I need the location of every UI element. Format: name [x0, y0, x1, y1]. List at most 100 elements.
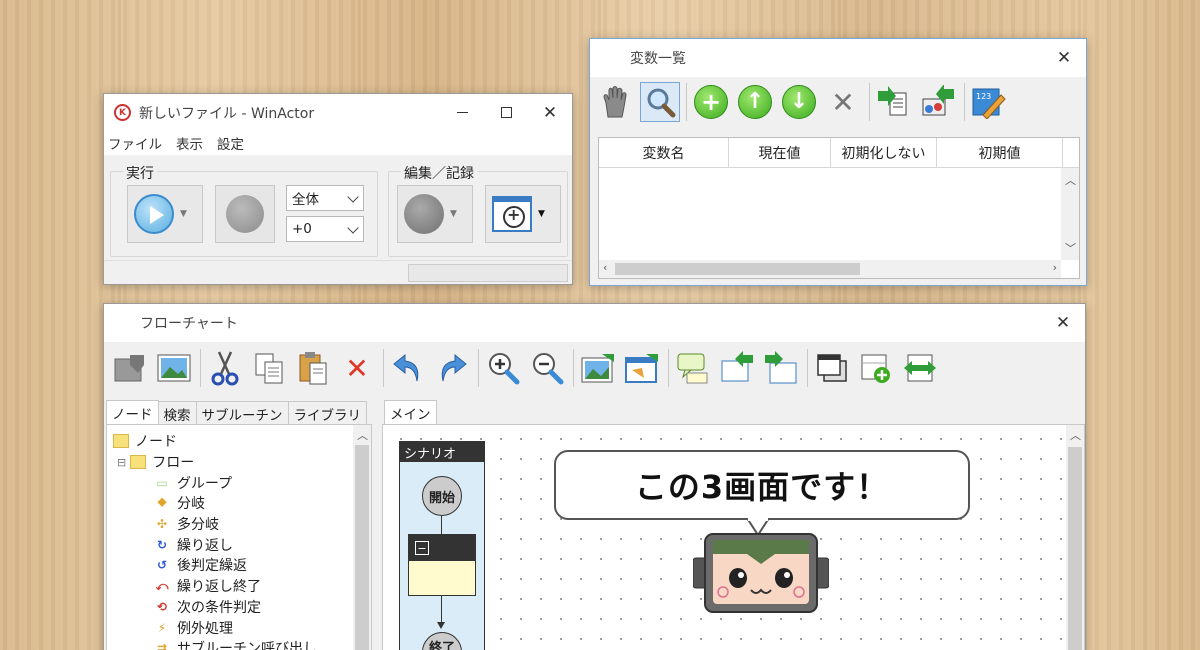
- node-tree: ノード ⊟ フロー ▭ グループ ⯁ 分岐 ✣ 多分岐 ↻ 繰り返し ↺ 後判定繰返 ⤺ 繰り返し終了 ⟲ 次の…: [106, 424, 372, 650]
- tree-item-label: 繰り返し終了: [177, 579, 261, 596]
- chevron-down-icon: [347, 191, 359, 203]
- tree-item[interactable]: ↺ 後判定繰返: [113, 555, 317, 576]
- record-dropdown-icon[interactable]: ▼: [450, 209, 457, 219]
- scroll-down-icon[interactable]: ﹀: [1065, 240, 1076, 256]
- tree-item[interactable]: ノード: [113, 431, 317, 452]
- tree-item-label: 分岐: [177, 496, 205, 513]
- import-icon[interactable]: [874, 82, 914, 122]
- tree-item[interactable]: ⯁ 分岐: [113, 493, 317, 514]
- close-button[interactable]: ✕: [1042, 39, 1086, 77]
- column-header-no-init[interactable]: 初期化しない: [831, 138, 937, 167]
- scroll-up-icon[interactable]: ︿: [1070, 427, 1081, 443]
- scroll-up-icon[interactable]: ︿: [357, 427, 368, 443]
- value-edit-icon[interactable]: 123: [969, 82, 1009, 122]
- scroll-right-icon[interactable]: ›: [1053, 261, 1057, 274]
- window-capture-icon[interactable]: [622, 348, 662, 388]
- delete-icon[interactable]: ✕: [337, 348, 377, 388]
- tree-item[interactable]: ▭ グループ: [113, 472, 317, 493]
- end-node[interactable]: 終了: [422, 632, 462, 650]
- close-button[interactable]: ✕: [1041, 304, 1085, 342]
- cut-icon[interactable]: [205, 348, 245, 388]
- start-node[interactable]: 開始: [422, 476, 462, 516]
- redo-icon[interactable]: [432, 348, 472, 388]
- edit-record-label: 編集／記録: [401, 163, 477, 183]
- flow-connector: [441, 516, 442, 534]
- speed-select[interactable]: +0: [286, 216, 364, 242]
- tree-item[interactable]: ✣ 多分岐: [113, 514, 317, 535]
- chevron-down-icon: [347, 222, 359, 234]
- delete-icon[interactable]: ✕: [823, 82, 863, 122]
- tree-item[interactable]: ↻ 繰り返し: [113, 534, 317, 555]
- import-flow-icon[interactable]: [717, 348, 757, 388]
- tab-search[interactable]: 検索: [157, 401, 197, 424]
- group-node[interactable]: −: [408, 534, 476, 596]
- tree-item[interactable]: ⚡ 例外処理: [113, 617, 317, 638]
- column-header-name[interactable]: 変数名: [599, 138, 729, 167]
- close-icon: ✕: [1056, 48, 1072, 68]
- zoom-out-icon[interactable]: [527, 348, 567, 388]
- title-bar: フローチャート ✕: [104, 304, 1085, 342]
- tree-item[interactable]: ⊟ フロー: [113, 452, 317, 473]
- tree-item[interactable]: ⟲ 次の条件判定: [113, 597, 317, 618]
- vertical-scrollbar[interactable]: ︿ ﹀: [1061, 168, 1079, 260]
- scenario-lane[interactable]: シナリオ 開始 − 終了: [399, 441, 485, 650]
- folder-icon: [113, 434, 129, 449]
- tab-library[interactable]: ライブラリ: [287, 401, 367, 424]
- export-flow-icon[interactable]: [761, 348, 801, 388]
- minimize-button[interactable]: [440, 94, 484, 131]
- record-button[interactable]: ▼: [397, 185, 473, 243]
- expand-width-icon[interactable]: [900, 348, 940, 388]
- target-dropdown-icon[interactable]: ▼: [538, 209, 545, 219]
- undo-icon[interactable]: [388, 348, 428, 388]
- scroll-up-icon[interactable]: ︿: [1065, 172, 1076, 188]
- vertical-scrollbar[interactable]: ︿: [1066, 425, 1084, 650]
- menu-view[interactable]: 表示: [176, 133, 203, 153]
- variables-table[interactable]: 変数名 現在値 初期化しない 初期値 ︿ ﹀ ‹ ›: [598, 137, 1080, 279]
- group-header: −: [409, 535, 475, 561]
- zoom-in-icon[interactable]: [483, 348, 523, 388]
- menu-file[interactable]: ファイル: [108, 133, 162, 153]
- horizontal-scroll-thumb[interactable]: [615, 263, 860, 275]
- stop-icon: [226, 195, 264, 233]
- move-up-icon[interactable]: ↑: [735, 82, 775, 122]
- search-icon[interactable]: [640, 82, 680, 122]
- speech-text: この3画面です！: [634, 468, 890, 506]
- tree-item[interactable]: ⤺ 繰り返し終了: [113, 576, 317, 597]
- run-button[interactable]: ▼: [127, 185, 203, 243]
- node-image-icon[interactable]: [110, 348, 150, 388]
- collapse-icon[interactable]: −: [415, 541, 429, 555]
- scroll-left-icon[interactable]: ‹: [603, 261, 607, 274]
- vertical-scroll-thumb[interactable]: [1068, 447, 1082, 650]
- scope-select[interactable]: 全体: [286, 185, 364, 211]
- status-field: [408, 264, 568, 282]
- tree-item[interactable]: ⇉ サブルーチン呼び出し: [113, 638, 317, 650]
- tab-subroutine[interactable]: サブルーチン: [195, 401, 289, 424]
- target-select-button[interactable]: ▼: [485, 185, 561, 243]
- comment-icon[interactable]: [673, 348, 713, 388]
- vertical-scrollbar[interactable]: ︿: [353, 425, 371, 650]
- node-palette-panel: ノード 検索 サブルーチン ライブラリ ノード ⊟ フロー ▭ グループ ⯁ 分岐 ✣ 多分岐 ↻…: [106, 400, 376, 650]
- column-header-current[interactable]: 現在値: [729, 138, 831, 167]
- vertical-scroll-thumb[interactable]: [355, 445, 369, 650]
- copy-icon[interactable]: [249, 348, 289, 388]
- move-down-icon[interactable]: ↓: [779, 82, 819, 122]
- tree-item-label: 例外処理: [177, 620, 233, 637]
- tree-expander-icon[interactable]: ⊟: [117, 456, 126, 469]
- paste-icon[interactable]: [293, 348, 333, 388]
- horizontal-scrollbar[interactable]: ‹ ›: [599, 260, 1061, 278]
- image-icon[interactable]: [154, 348, 194, 388]
- menu-settings[interactable]: 設定: [217, 133, 244, 153]
- hand-icon[interactable]: [596, 82, 636, 122]
- maximize-button[interactable]: [484, 94, 528, 131]
- image-capture-icon[interactable]: [578, 348, 618, 388]
- stop-button[interactable]: [215, 185, 275, 243]
- add-icon[interactable]: +: [691, 82, 731, 122]
- export-icon[interactable]: [918, 82, 958, 122]
- tab-main[interactable]: メイン: [384, 400, 437, 424]
- tab-node[interactable]: ノード: [106, 400, 159, 424]
- close-button[interactable]: ✕: [528, 94, 572, 131]
- add-subroutine-icon[interactable]: [856, 348, 896, 388]
- run-dropdown-icon[interactable]: ▼: [180, 209, 187, 219]
- window-list-icon[interactable]: [812, 348, 852, 388]
- column-header-initial[interactable]: 初期値: [937, 138, 1063, 167]
